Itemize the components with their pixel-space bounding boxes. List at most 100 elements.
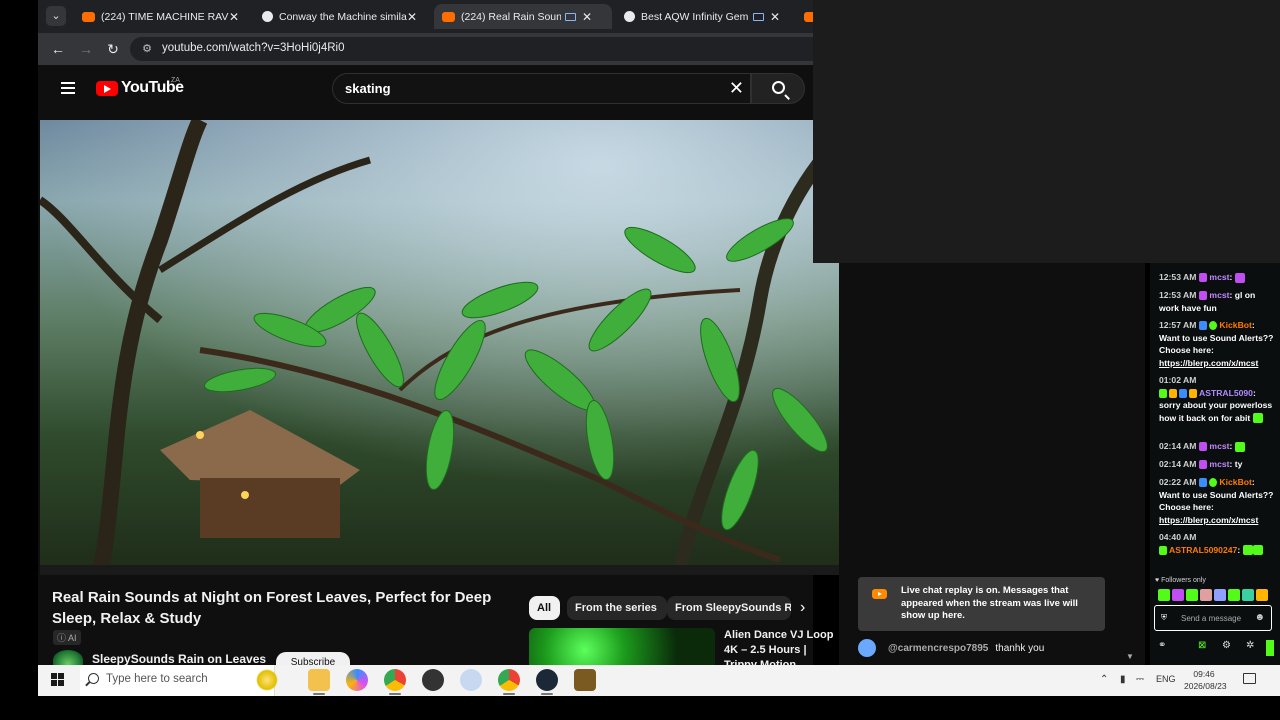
tab-2[interactable]: Conway the Machine similar so ✕ (254, 4, 432, 29)
gear-icon[interactable]: ⚙ (1222, 640, 1231, 651)
badge-icon (1199, 460, 1208, 470)
tab-3-active[interactable]: (224) Real Rain Sounds at N ✕ (434, 4, 612, 29)
desktop: ⌄ (224) TIME MACHINE RAVE - Er ✕ Conway … (0, 0, 1280, 720)
badge-icon (1189, 388, 1197, 398)
network-icon[interactable]: ⎓ (1136, 674, 1144, 685)
replay-chat-message: @carmencrespo7895 thanhk you (858, 639, 1044, 657)
obs-icon[interactable] (422, 669, 444, 691)
taskbar-search-placeholder: Type here to search (106, 673, 208, 685)
chevron-up-icon[interactable]: ⌃ (1100, 674, 1108, 685)
tab-5[interactable] (798, 4, 813, 29)
channel-name[interactable]: SleepySounds Rain on Leaves (92, 652, 266, 666)
emote-icon (1158, 589, 1170, 601)
chat-message-input[interactable]: ⛨ Send a message ☻ (1154, 605, 1272, 631)
tab-bar: ⌄ (224) TIME MACHINE RAVE - Er ✕ Conway … (38, 0, 813, 33)
clock-date: 2026/08/23 (1184, 681, 1227, 691)
clock-time: 09:46 (1193, 669, 1215, 679)
chat-input-placeholder: Send a message (1181, 614, 1242, 623)
emote-bar[interactable] (1158, 589, 1268, 603)
video-title: Real Rain Sounds at Night on Forest Leav… (52, 589, 492, 627)
badge-icon (1199, 478, 1208, 488)
replay-notice-text: Live chat replay is on. Messages that ap… (901, 585, 1078, 621)
badge-icon (1199, 273, 1208, 283)
chat-link[interactable]: https://blerp.com/x/mcst (1159, 358, 1258, 368)
emote-icon (1242, 589, 1254, 601)
video-player[interactable] (40, 120, 839, 575)
replay-notice: Live chat replay is on. Messages that ap… (858, 577, 1105, 631)
chrome-profile-icon[interactable] (498, 669, 520, 695)
tab-title: Conway the Machine similar so (279, 10, 407, 23)
address-bar: ← → ↻ ⚙ youtube.com/watch?v=3HoHi0j4Ri0 (38, 33, 813, 65)
cast-icon (753, 12, 764, 21)
chat-message: 02:22 AM KickBot: Want to use Sound Alert… (1159, 477, 1274, 525)
youtube-header: YouTube ZA skating ✕ (38, 65, 813, 111)
country-code: ZA (171, 77, 180, 84)
clock[interactable]: 09:46 2026/08/23 (1184, 668, 1227, 692)
youtube-favicon-icon (82, 11, 95, 22)
emoji-icon[interactable]: ☻ (1254, 612, 1265, 623)
language-indicator[interactable]: ENG (1156, 674, 1176, 684)
sparkle-app-icon[interactable] (256, 669, 278, 691)
chat-toolbar: ⚭ ⊠ ⚙ ✲ (1158, 640, 1276, 656)
search-query[interactable]: skating (345, 81, 391, 96)
tab-1[interactable]: (224) TIME MACHINE RAVE - Er ✕ (74, 4, 250, 29)
hamburger-menu-icon[interactable] (61, 82, 75, 94)
emote-icon (1172, 589, 1184, 601)
clear-search-icon[interactable]: ✕ (729, 78, 744, 99)
taskbar: Type here to search ⌃ ▮ ⎓ ENG 09:46 2026… (38, 665, 1280, 696)
close-tab-icon[interactable]: ✕ (229, 10, 239, 24)
steam-icon[interactable] (536, 669, 558, 695)
taskbar-search-input[interactable]: Type here to search (80, 665, 275, 696)
chat-message: 04:40 AM ASTRAL5090247: (1159, 531, 1277, 556)
app-icon[interactable] (460, 669, 482, 691)
notifications-icon[interactable] (1243, 673, 1256, 684)
chip-from-channel[interactable]: From SleepySounds Ra (667, 596, 791, 620)
chevron-right-icon[interactable]: › (800, 599, 805, 617)
github-favicon-icon (624, 11, 635, 22)
followers-only-label: ♥ Followers only (1155, 577, 1206, 584)
link-icon[interactable]: ⚭ (1158, 640, 1166, 651)
close-tab-icon[interactable]: ✕ (582, 10, 592, 24)
github-favicon-icon (262, 11, 273, 22)
scroll-down-icon[interactable]: ▼ (1126, 652, 1134, 661)
chrome-icon[interactable] (384, 669, 406, 695)
tab-search-button[interactable]: ⌄ (46, 6, 66, 26)
chip-from-the-series[interactable]: From the series (567, 596, 667, 620)
game-icon[interactable] (574, 669, 596, 691)
close-tab-icon[interactable]: ✕ (407, 10, 417, 24)
site-info-icon[interactable]: ⚙ (140, 42, 154, 56)
usb-icon[interactable]: ▮ (1120, 674, 1126, 685)
omnibox[interactable]: ⚙ youtube.com/watch?v=3HoHi0j4Ri0 (130, 37, 813, 61)
emote-icon (1228, 589, 1240, 601)
tab-4[interactable]: Best AQW Infinity Gem Far ✕ (616, 4, 794, 29)
copilot-icon[interactable] (346, 669, 368, 691)
shield-icon: ⛨ (1161, 613, 1167, 622)
kick-icon[interactable]: ⊠ (1198, 640, 1206, 651)
settings-icon[interactable]: ✲ (1246, 640, 1254, 651)
url-text[interactable]: youtube.com/watch?v=3HoHi0j4Ri0 (162, 42, 345, 54)
emote-icon (1252, 545, 1263, 556)
reload-icon[interactable]: ↻ (104, 41, 122, 57)
badge-icon (1159, 545, 1167, 555)
badge-icon (1209, 478, 1218, 488)
forward-arrow-icon[interactable]: → (77, 41, 95, 57)
send-button[interactable] (1266, 640, 1274, 656)
emote-icon (1214, 589, 1226, 601)
chip-all[interactable]: All (529, 596, 560, 620)
recommended-thumbnail[interactable] (529, 628, 715, 665)
emote-icon (1256, 589, 1268, 601)
chat-link[interactable]: https://blerp.com/x/mcst (1159, 515, 1258, 525)
badge-icon (1209, 321, 1218, 331)
file-explorer-icon[interactable] (308, 669, 330, 695)
emote-icon (1234, 272, 1245, 283)
emote-icon (1186, 589, 1198, 601)
windows-start-icon[interactable] (51, 673, 65, 687)
search-button[interactable] (751, 73, 805, 104)
tab-title: Best AQW Infinity Gem Far (641, 10, 749, 23)
back-arrow-icon[interactable]: ← (49, 41, 67, 57)
youtube-logo-icon[interactable] (96, 81, 118, 96)
badge-icon (1199, 321, 1208, 331)
search-input[interactable]: skating ✕ (332, 73, 751, 104)
emote-icon (1252, 413, 1263, 424)
close-tab-icon[interactable]: ✕ (770, 10, 780, 24)
